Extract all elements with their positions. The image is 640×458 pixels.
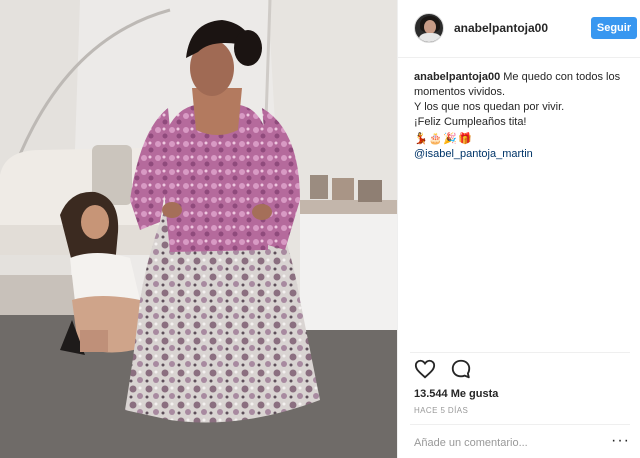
post-actions <box>414 358 472 382</box>
instagram-post: anabelpantoja00 Seguir anabelpantoja00 M… <box>0 0 640 458</box>
actions-divider <box>410 352 630 353</box>
dancer-emoji-icon: 💃 <box>414 133 428 145</box>
post-timestamp: HACE 5 DÍAS <box>414 406 469 415</box>
post-photo[interactable] <box>0 0 397 458</box>
comment-input[interactable]: Añade un comentario... <box>414 437 528 449</box>
caption-text-1: Me quedo con todos los <box>503 71 621 83</box>
post-photo-illustration <box>0 0 397 458</box>
party-popper-emoji-icon: 🎉 <box>443 133 458 145</box>
heart-outline-icon[interactable] <box>414 358 436 380</box>
avatar-body <box>419 33 441 42</box>
gift-emoji-icon: 🎁 <box>458 133 472 145</box>
caption-first-line: anabelpantoja00 Me quedo con todos los <box>414 70 634 85</box>
caption-mention-link[interactable]: @isabel_pantoja_martin <box>414 147 634 162</box>
username-link[interactable]: anabelpantoja00 <box>454 21 548 35</box>
ellipsis-icon[interactable]: ··· <box>611 432 630 450</box>
caption-text-4: ¡Feliz Cumpleaños tita! <box>414 116 527 128</box>
avatar[interactable] <box>414 13 444 43</box>
avatar-face <box>424 20 436 34</box>
cake-emoji-icon: 🎂 <box>428 133 443 145</box>
follow-button[interactable]: Seguir <box>591 17 637 39</box>
comment-divider <box>410 424 630 425</box>
post-side-panel: anabelpantoja00 Seguir anabelpantoja00 M… <box>397 0 640 458</box>
post-header: anabelpantoja00 Seguir <box>398 0 640 58</box>
speech-bubble-icon[interactable] <box>450 358 472 380</box>
caption-text-3: Y los que nos quedan por vivir. <box>414 101 565 113</box>
caption-username-link[interactable]: anabelpantoja00 <box>414 71 500 83</box>
caption-emojis: 💃 🎂 🎉 🎁 <box>414 132 634 146</box>
likes-count[interactable]: 13.544 Me gusta <box>414 388 498 400</box>
post-caption: anabelpantoja00 Me quedo con todos los m… <box>414 70 634 162</box>
caption-text-2: momentos vividos. <box>414 86 506 98</box>
